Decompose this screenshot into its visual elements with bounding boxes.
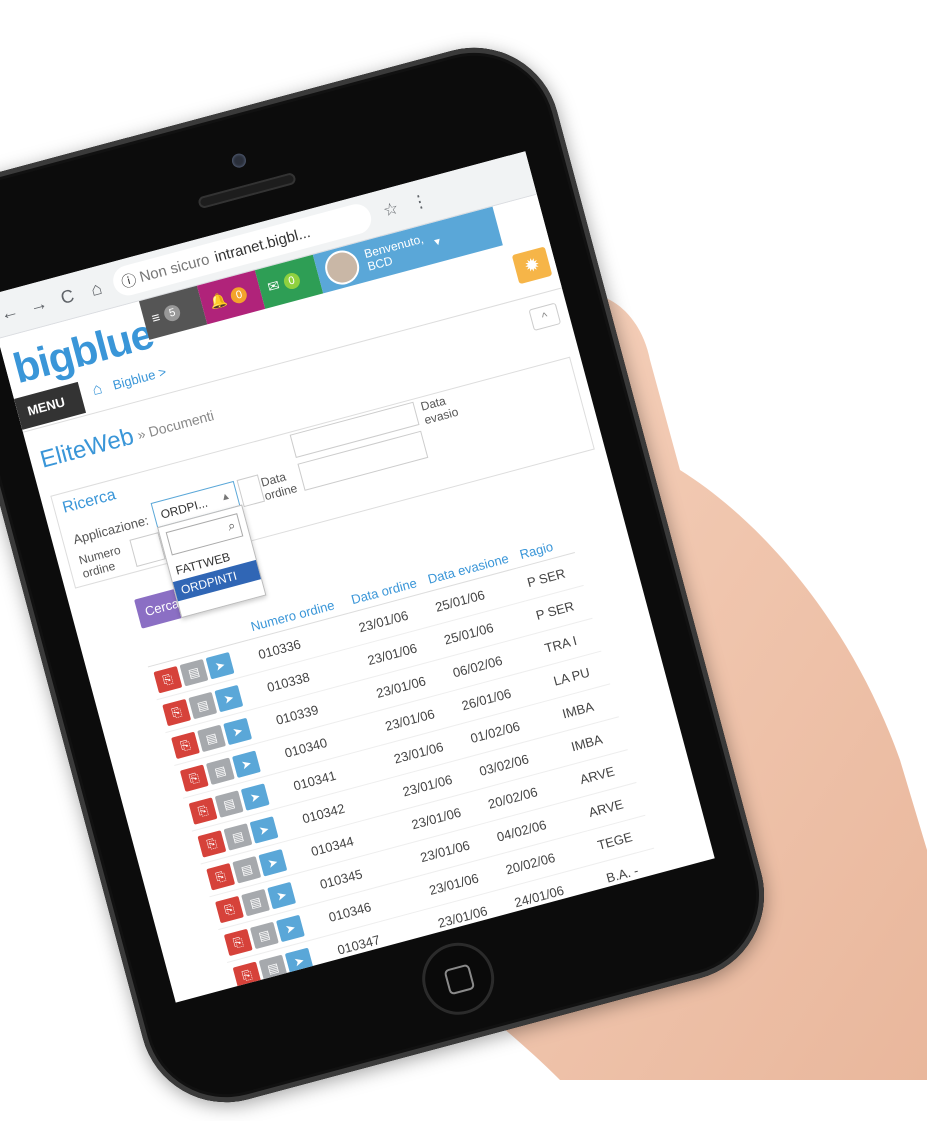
send-icon[interactable]: ➤: [258, 848, 288, 877]
send-icon[interactable]: ➤: [249, 815, 279, 844]
security-label: Non sicuro: [137, 250, 212, 286]
envelope-icon: ✉: [265, 276, 282, 295]
send-icon[interactable]: ➤: [214, 684, 244, 712]
pdf-icon[interactable]: ⎘: [153, 665, 183, 693]
excel-icon[interactable]: ▤: [267, 986, 297, 1003]
search-icon: ⌕: [226, 517, 237, 534]
star-icon[interactable]: ☆: [374, 196, 408, 223]
overflow-menu-icon[interactable]: ⋮: [403, 189, 437, 216]
excel-icon[interactable]: ▤: [241, 888, 270, 916]
pdf-icon[interactable]: ⎘: [241, 993, 271, 1003]
send-icon[interactable]: ➤: [205, 651, 235, 679]
pdf-icon[interactable]: ⎘: [197, 829, 227, 858]
pdf-icon[interactable]: ⎘: [223, 928, 253, 956]
collapse-button[interactable]: ^: [528, 302, 562, 332]
messages-count: 0: [281, 271, 302, 291]
home-button[interactable]: [414, 934, 503, 1023]
list-icon: ≡: [149, 308, 162, 327]
numero-ordine-label: Numero ordine: [77, 542, 123, 581]
excel-icon[interactable]: ▤: [197, 724, 226, 752]
data-ordine-label: Data ordine: [259, 469, 299, 504]
send-icon[interactable]: ➤: [284, 947, 314, 975]
pdf-icon[interactable]: ⎘: [232, 961, 262, 989]
breadcrumb-bigblue[interactable]: Bigblue: [111, 367, 157, 393]
data-evasione-label: Data evasio: [419, 393, 460, 428]
send-icon[interactable]: ➤: [267, 881, 296, 909]
reload-icon[interactable]: C: [53, 283, 82, 309]
send-icon[interactable]: ➤: [275, 914, 305, 942]
caret-down-icon: ▼: [431, 235, 444, 249]
cell-ragione: BREN: [605, 880, 672, 930]
excel-icon[interactable]: ▤: [249, 921, 279, 949]
excel-icon[interactable]: ▤: [258, 954, 288, 982]
excel-icon[interactable]: ▤: [223, 822, 253, 851]
page-subtitle: » Documenti: [135, 407, 216, 443]
gear-icon[interactable]: ✹: [511, 246, 553, 285]
pdf-icon[interactable]: ⎘: [206, 862, 236, 890]
camera-icon: [230, 152, 248, 170]
breadcrumb-separator: >: [156, 363, 168, 381]
home-square-icon: [443, 963, 476, 996]
bell-icon: 🔔: [207, 290, 229, 311]
excel-icon[interactable]: ▤: [179, 658, 209, 686]
send-icon[interactable]: ➤: [231, 750, 261, 778]
pdf-icon[interactable]: ⎘: [214, 895, 244, 923]
pdf-icon[interactable]: ⎘: [179, 764, 209, 792]
search-panel-title: Ricerca: [60, 486, 118, 517]
pdf-icon[interactable]: ⎘: [188, 796, 218, 825]
info-icon: ⓘ: [119, 271, 139, 292]
send-icon[interactable]: ➤: [293, 979, 323, 1003]
avatar: [321, 246, 363, 289]
excel-icon[interactable]: ▤: [232, 855, 262, 884]
home-breadcrumb-icon[interactable]: ⌂: [90, 380, 104, 399]
excel-icon[interactable]: ▤: [188, 691, 218, 719]
forward-icon[interactable]: →: [24, 291, 53, 317]
page-title: EliteWeb: [37, 422, 137, 474]
send-icon[interactable]: ➤: [240, 782, 270, 811]
speaker-grille: [197, 171, 297, 210]
tasks-count: 5: [162, 303, 183, 323]
pdf-icon[interactable]: ⎘: [162, 698, 192, 726]
pdf-icon[interactable]: ⎘: [170, 731, 200, 759]
back-icon[interactable]: ←: [0, 299, 24, 325]
excel-icon[interactable]: ▤: [205, 757, 235, 785]
send-icon[interactable]: ➤: [223, 717, 252, 745]
notifications-count: 0: [229, 285, 250, 305]
home-icon[interactable]: ⌂: [82, 276, 111, 302]
excel-icon[interactable]: ▤: [214, 789, 244, 818]
